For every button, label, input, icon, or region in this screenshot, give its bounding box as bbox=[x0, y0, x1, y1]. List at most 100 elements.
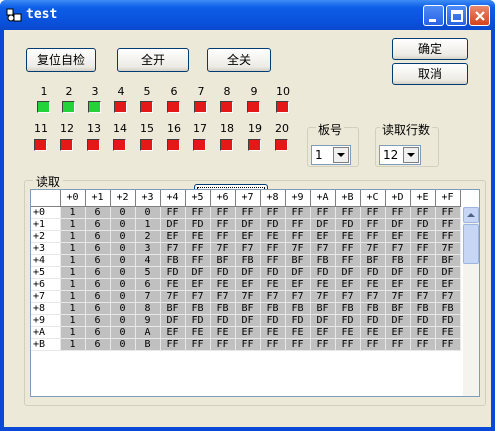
table-cell[interactable]: FE bbox=[185, 230, 211, 243]
table-row[interactable]: +9 1 6 0 9 DF FD FD DF FD FD DF FD FD DF FD FD bbox=[31, 314, 461, 327]
table-row[interactable]: +1 1 6 0 1 DF FD FF DF FD FF DF FD FF DF FD FF bbox=[31, 218, 461, 231]
table-cell[interactable]: 1 bbox=[60, 326, 86, 339]
table-cell[interactable]: FB bbox=[360, 302, 386, 315]
table-cell[interactable]: DF bbox=[235, 314, 261, 327]
channel-led-5[interactable] bbox=[140, 101, 153, 113]
table-cell[interactable]: FF bbox=[260, 242, 286, 255]
table-cell[interactable]: FE bbox=[410, 230, 436, 243]
table-cell[interactable]: 1 bbox=[60, 314, 86, 327]
table-cell[interactable]: DF bbox=[185, 266, 211, 279]
table-cell[interactable]: FE bbox=[410, 326, 436, 339]
table-cell[interactable]: FB bbox=[410, 302, 436, 315]
table-cell[interactable]: 7F bbox=[310, 290, 336, 303]
table-cell[interactable]: FF bbox=[385, 206, 411, 219]
all-off-button[interactable]: 全关 bbox=[207, 48, 271, 72]
channel-led-14[interactable] bbox=[113, 139, 126, 151]
table-cell[interactable]: DF bbox=[335, 266, 361, 279]
table-cell[interactable]: FF bbox=[260, 254, 286, 267]
scroll-thumb[interactable] bbox=[463, 224, 479, 264]
table-cell[interactable]: A bbox=[135, 326, 161, 339]
table-cell[interactable]: 0 bbox=[110, 326, 136, 339]
table-cell[interactable]: FE bbox=[185, 326, 211, 339]
table-cell[interactable]: FF bbox=[335, 338, 361, 351]
table-cell[interactable]: FF bbox=[210, 338, 236, 351]
table-cell[interactable]: EF bbox=[310, 326, 336, 339]
table-row[interactable]: +6 1 6 0 6 FE EF FE EF FE EF FE EF FE EF FE EF bbox=[31, 278, 461, 291]
table-cell[interactable]: 6 bbox=[85, 338, 111, 351]
table-cell[interactable]: FD bbox=[285, 314, 311, 327]
channel-led-15[interactable] bbox=[140, 139, 153, 151]
table-cell[interactable]: FF bbox=[160, 338, 186, 351]
table-cell[interactable]: FE bbox=[335, 230, 361, 243]
table-cell[interactable]: 1 bbox=[135, 218, 161, 231]
table-cell[interactable]: FD bbox=[210, 314, 236, 327]
table-cell[interactable]: 1 bbox=[60, 242, 86, 255]
table-cell[interactable]: FE bbox=[260, 326, 286, 339]
table-cell[interactable]: FD bbox=[335, 218, 361, 231]
table-cell[interactable]: DF bbox=[160, 218, 186, 231]
table-cell[interactable]: BF bbox=[235, 302, 261, 315]
table-cell[interactable]: 7F bbox=[160, 290, 186, 303]
table-cell[interactable]: FE bbox=[360, 278, 386, 291]
table-cell[interactable]: FE bbox=[210, 278, 236, 291]
table-cell[interactable]: B bbox=[135, 338, 161, 351]
table-cell[interactable]: FB bbox=[385, 254, 411, 267]
table-cell[interactable]: F7 bbox=[210, 290, 236, 303]
channel-led-17[interactable] bbox=[193, 139, 206, 151]
all-on-button[interactable]: 全开 bbox=[117, 48, 189, 72]
table-cell[interactable]: 0 bbox=[110, 302, 136, 315]
table-row[interactable]: +5 1 6 0 5 FD DF FD DF FD DF FD DF FD DF FD DF bbox=[31, 266, 461, 279]
table-cell[interactable]: FF bbox=[235, 338, 261, 351]
table-cell[interactable]: EF bbox=[435, 278, 461, 291]
table-cell[interactable]: 6 bbox=[85, 230, 111, 243]
channel-led-8[interactable] bbox=[220, 101, 233, 113]
table-cell[interactable]: 0 bbox=[110, 254, 136, 267]
board-select[interactable]: 1 bbox=[311, 145, 351, 165]
table-cell[interactable]: FF bbox=[235, 206, 261, 219]
table-cell[interactable]: BF bbox=[435, 254, 461, 267]
table-cell[interactable]: 4 bbox=[135, 254, 161, 267]
table-cell[interactable]: DF bbox=[235, 218, 261, 231]
channel-led-4[interactable] bbox=[114, 101, 127, 113]
table-cell[interactable]: 2 bbox=[135, 230, 161, 243]
table-cell[interactable]: FE bbox=[410, 278, 436, 291]
vertical-scrollbar[interactable] bbox=[463, 207, 479, 396]
table-cell[interactable]: 1 bbox=[60, 290, 86, 303]
table-cell[interactable]: F7 bbox=[410, 290, 436, 303]
table-cell[interactable]: FB bbox=[210, 302, 236, 315]
table-cell[interactable]: DF bbox=[385, 266, 411, 279]
chevron-down-icon[interactable] bbox=[333, 147, 349, 163]
table-cell[interactable]: FF bbox=[285, 218, 311, 231]
table-cell[interactable]: EF bbox=[385, 278, 411, 291]
table-cell[interactable]: FE bbox=[210, 326, 236, 339]
table-row[interactable]: +A 1 6 0 A EF FE FE EF FE FE EF FE FE EF FE FE bbox=[31, 326, 461, 339]
table-row[interactable]: +8 1 6 0 8 BF FB FB BF FB FB BF FB FB BF FB FB bbox=[31, 302, 461, 315]
table-cell[interactable]: BF bbox=[310, 302, 336, 315]
table-cell[interactable]: 1 bbox=[60, 338, 86, 351]
table-cell[interactable]: DF bbox=[435, 266, 461, 279]
table-cell[interactable]: FF bbox=[335, 206, 361, 219]
table-cell[interactable]: FD bbox=[210, 266, 236, 279]
table-cell[interactable]: EF bbox=[185, 278, 211, 291]
table-cell[interactable]: FF bbox=[410, 206, 436, 219]
table-cell[interactable]: EF bbox=[285, 278, 311, 291]
table-cell[interactable]: 6 bbox=[85, 326, 111, 339]
channel-led-18[interactable] bbox=[220, 139, 233, 151]
channel-led-16[interactable] bbox=[167, 139, 180, 151]
table-cell[interactable]: 0 bbox=[110, 206, 136, 219]
table-cell[interactable]: 7F bbox=[385, 290, 411, 303]
table-cell[interactable]: BF bbox=[385, 302, 411, 315]
ok-button[interactable]: 确定 bbox=[392, 38, 468, 60]
table-cell[interactable]: FF bbox=[335, 254, 361, 267]
table-cell[interactable]: 1 bbox=[60, 278, 86, 291]
cancel-button[interactable]: 取消 bbox=[392, 63, 468, 85]
table-cell[interactable]: DF bbox=[385, 218, 411, 231]
table-cell[interactable]: FE bbox=[160, 278, 186, 291]
table-cell[interactable]: 0 bbox=[110, 230, 136, 243]
table-cell[interactable]: 7F bbox=[360, 242, 386, 255]
table-cell[interactable]: F7 bbox=[260, 290, 286, 303]
table-cell[interactable]: FE bbox=[260, 230, 286, 243]
table-cell[interactable]: BF bbox=[285, 254, 311, 267]
table-cell[interactable]: FD bbox=[310, 266, 336, 279]
table-cell[interactable]: 6 bbox=[85, 290, 111, 303]
